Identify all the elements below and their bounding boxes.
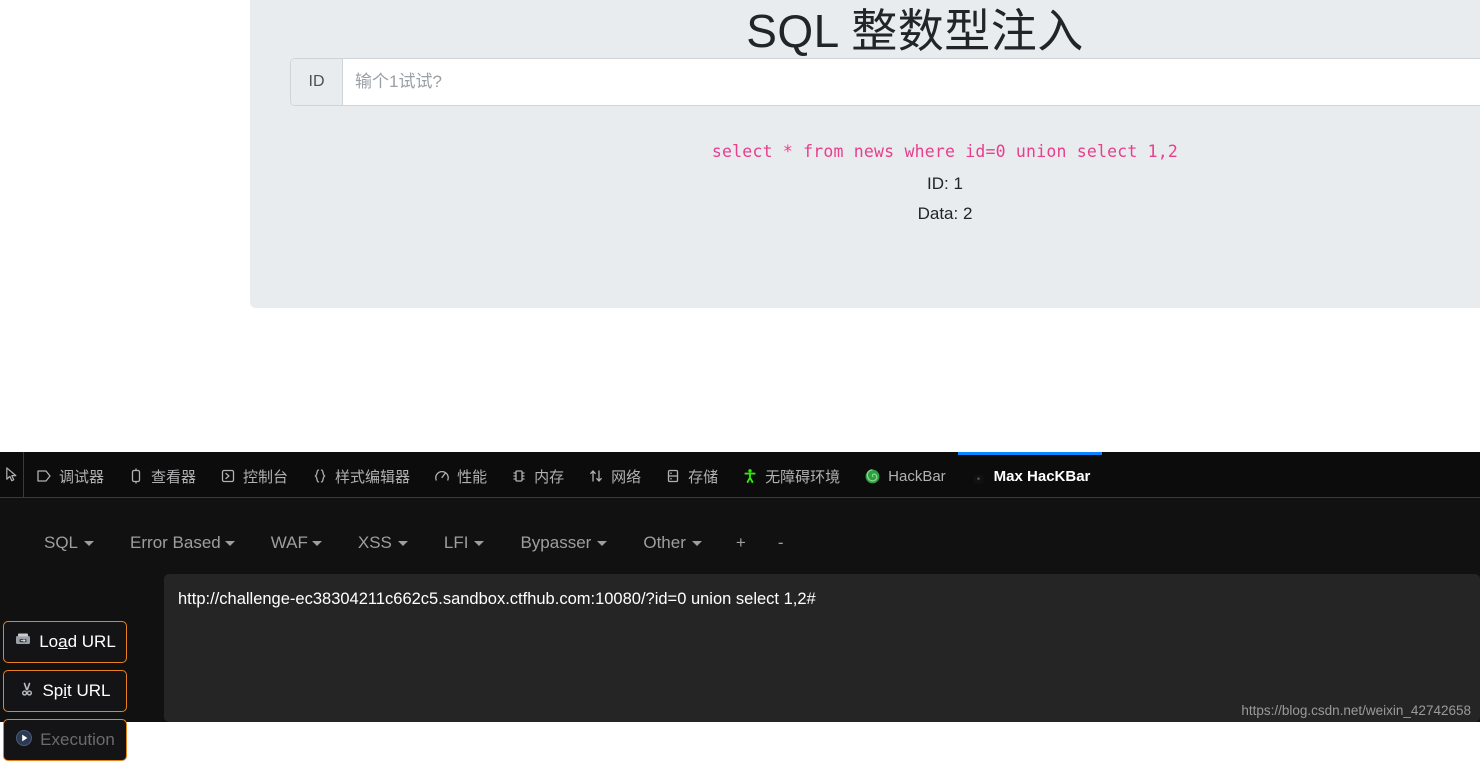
load-url-label-post: d URL <box>67 632 116 651</box>
hackbar-action-buttons: Load URL Spit URL Execution <box>3 621 127 761</box>
hackbar-url-value: http://challenge-ec38304211c662c5.sandbo… <box>178 590 816 608</box>
id-input[interactable] <box>343 59 1480 105</box>
element-picker-icon[interactable] <box>0 452 24 497</box>
hackbar-menu-xss[interactable]: XSS <box>340 527 426 559</box>
devtools-tab-inspector[interactable]: 查看器 <box>116 452 208 497</box>
devtools-tab-label: Max HacKBar <box>993 467 1091 485</box>
sql-query-text: select * from news where id=0 union sele… <box>711 142 1179 161</box>
chevron-down-icon <box>691 540 702 546</box>
network-icon <box>588 468 604 484</box>
hackbar-add-button[interactable]: + <box>720 527 762 559</box>
browser-page-viewport: SQL 整数型注入 ID select * from news where id… <box>0 0 1480 452</box>
devtools-panel: 调试器 查看器 控制台 样式编辑器 性能 内存 网络 存储 无障碍环境 Hack… <box>0 452 1480 761</box>
memory-icon <box>511 468 527 484</box>
chevron-down-icon <box>311 540 322 546</box>
hackbar-menu-bypasser[interactable]: Bypasser <box>502 527 625 559</box>
result-data-text: Data: 2 <box>917 204 973 223</box>
devtools-tab-label: 无障碍环境 <box>765 468 841 486</box>
chevron-down-icon <box>597 540 608 546</box>
storage-icon <box>665 468 681 484</box>
devtools-toolbar: 调试器 查看器 控制台 样式编辑器 性能 内存 网络 存储 无障碍环境 Hack… <box>0 452 1480 498</box>
devtools-tab-accessibility[interactable]: 无障碍环境 <box>730 452 852 497</box>
execution-label: Execution <box>40 730 115 749</box>
spit-url-icon <box>19 681 35 702</box>
spit-url-button[interactable]: Spit URL <box>3 670 127 712</box>
devtools-tab-max-hackbar[interactable]: Max HacKBar <box>957 452 1103 497</box>
chevron-down-icon <box>397 540 408 546</box>
hackbar-menu-sql[interactable]: SQL <box>26 527 112 559</box>
devtools-tab-network[interactable]: 网络 <box>576 452 653 497</box>
inspector-icon <box>128 468 144 484</box>
result-id-text: ID: 1 <box>927 174 963 193</box>
chevron-down-icon <box>84 540 95 546</box>
devtools-tab-label: 内存 <box>534 468 565 486</box>
firefox-icon <box>864 468 881 485</box>
devtools-tab-console[interactable]: 控制台 <box>208 452 300 497</box>
devtools-tab-debugger[interactable]: 调试器 <box>24 452 116 497</box>
devtools-tab-label: 查看器 <box>151 468 197 486</box>
hackbar-menu-other[interactable]: Other <box>625 527 720 559</box>
devtools-tab-label: 调试器 <box>59 468 105 486</box>
devtools-tab-storage[interactable]: 存储 <box>653 452 730 497</box>
play-icon <box>15 729 33 752</box>
hackbar-menu-waf[interactable]: WAF <box>253 527 340 559</box>
devtools-tab-memory[interactable]: 内存 <box>499 452 576 497</box>
devtools-tab-label: 样式编辑器 <box>335 468 411 486</box>
spit-url-label-post: t URL <box>67 681 111 700</box>
execution-button[interactable]: Execution <box>3 719 127 761</box>
max-hackbar-panel: SQL Error Based WAF XSS LFI Bypasser Oth… <box>0 498 1480 761</box>
content-panel: SQL 整数型注入 ID select * from news where id… <box>250 0 1480 308</box>
hackbar-menu-error-based[interactable]: Error Based <box>112 527 253 559</box>
hackbar-menu-label: LFI <box>443 533 469 552</box>
spit-url-label-pre: Sp <box>42 681 64 700</box>
load-url-label-pre: Lo <box>39 632 59 651</box>
accessibility-icon <box>742 468 758 484</box>
performance-icon <box>434 468 450 484</box>
devtools-tab-label: HackBar <box>888 467 946 485</box>
input-prepend-label: ID <box>291 59 343 105</box>
hackbar-menu-label: Other <box>643 533 686 552</box>
hackbar-menu-label: WAF <box>270 533 308 552</box>
devtools-tab-label: 存储 <box>688 468 719 486</box>
hackbar-remove-button[interactable]: - <box>762 527 800 559</box>
page-title: SQL 整数型注入 <box>746 5 1084 57</box>
watermark-text: https://blog.csdn.net/weixin_42742658 <box>1241 703 1471 718</box>
hackbar-body: Load URL Spit URL Execution http://chall… <box>0 572 1480 761</box>
console-icon <box>220 468 236 484</box>
hackbar-menu-label: XSS <box>357 533 392 552</box>
devtools-tab-label: 性能 <box>457 468 488 486</box>
load-url-button[interactable]: Load URL <box>3 621 127 663</box>
load-url-icon <box>14 632 32 652</box>
devtools-tab-style-editor[interactable]: 样式编辑器 <box>300 452 422 497</box>
hackbar-menu-label: SQL <box>44 533 79 552</box>
hackbar-menu-lfi[interactable]: LFI <box>426 527 503 559</box>
style-editor-icon <box>312 468 328 484</box>
hackbar-menu-label: Bypasser <box>520 533 592 552</box>
lock-icon <box>970 468 987 485</box>
debugger-icon <box>36 468 52 484</box>
devtools-tab-performance[interactable]: 性能 <box>422 452 499 497</box>
hackbar-menu-label: Error Based <box>130 533 221 552</box>
id-input-group: ID <box>290 58 1480 106</box>
chevron-down-icon <box>474 540 485 546</box>
hackbar-url-textarea[interactable]: http://challenge-ec38304211c662c5.sandbo… <box>164 574 1480 722</box>
devtools-tab-label: 网络 <box>611 468 642 486</box>
hackbar-menu-bar: SQL Error Based WAF XSS LFI Bypasser Oth… <box>0 514 1480 572</box>
load-url-label-accel: a <box>58 632 68 651</box>
devtools-tab-hackbar[interactable]: HackBar <box>852 452 958 497</box>
chevron-down-icon <box>224 540 235 546</box>
devtools-tab-label: 控制台 <box>243 468 289 486</box>
